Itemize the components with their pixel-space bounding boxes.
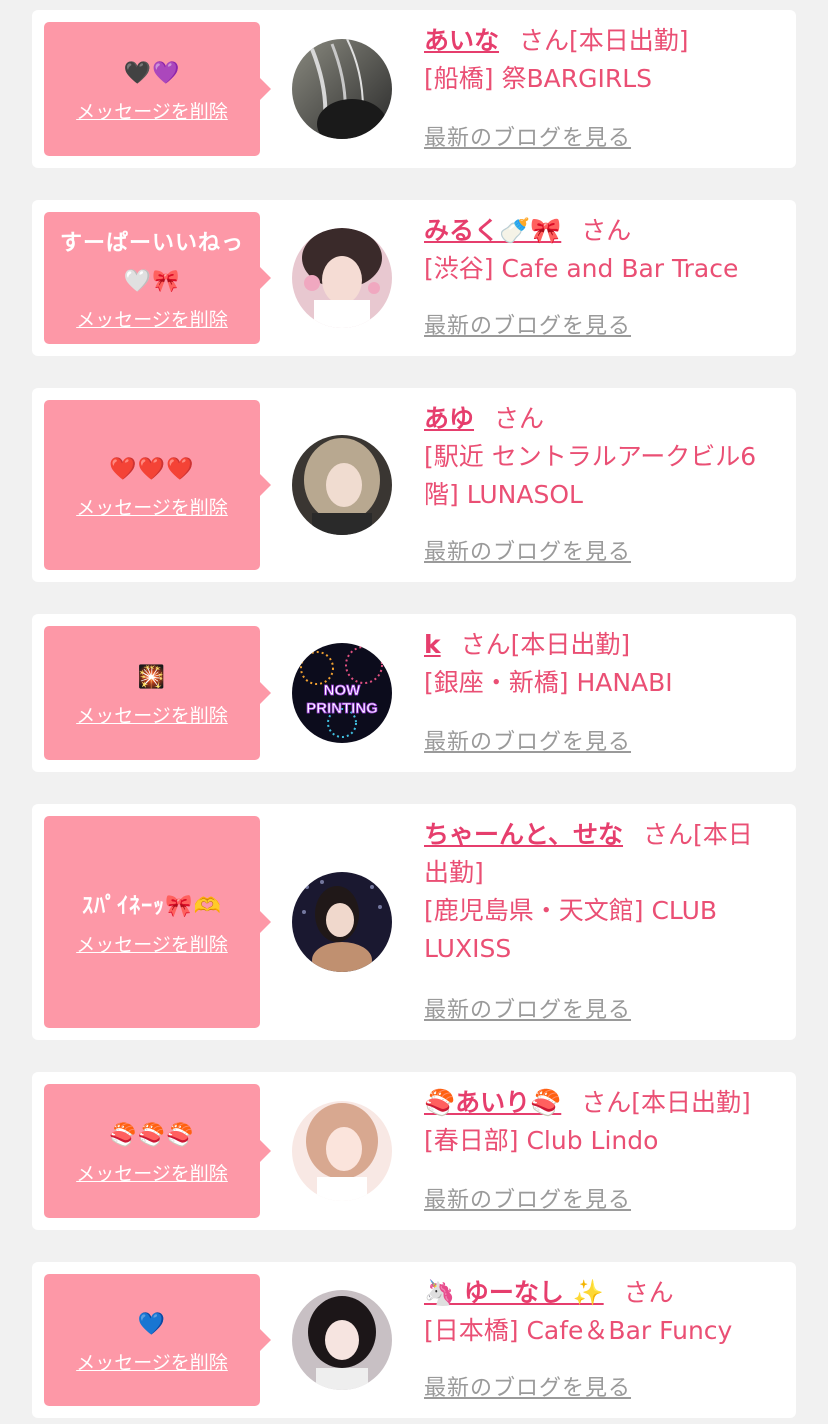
- message-text: 💙: [137, 1311, 167, 1337]
- latest-blog-link[interactable]: 最新のブログを見る: [424, 992, 631, 1024]
- message-text: 🎇: [137, 664, 167, 690]
- svg-text:PRINTING: PRINTING: [306, 700, 378, 717]
- cast-info: あゆ さん [駅近 セントラルアークビル6階] LUNASOL 最新のブログを見る: [424, 400, 774, 570]
- message-text: 🖤💜: [123, 60, 181, 86]
- message-text: 🍣🍣🍣: [109, 1122, 195, 1148]
- cast-name-link[interactable]: k: [424, 630, 441, 659]
- delete-message-link[interactable]: メッセージを削除: [76, 1159, 228, 1186]
- message-bubble: ｽﾊﾟｲﾈｰｯ🎀🫶 メッセージを削除: [44, 816, 271, 1028]
- cast-name-link[interactable]: 🍣あいり🍣: [424, 1088, 561, 1117]
- message-text: ｽﾊﾟｲﾈｰｯ🎀🫶: [82, 893, 222, 919]
- cast-name-link[interactable]: ちゃーんと、せな: [424, 820, 623, 849]
- cast-info: ちゃーんと、せな さん[本日出勤] [鹿児島県・天文館] CLUB LUXISS …: [424, 816, 774, 1028]
- avatar[interactable]: [292, 39, 392, 139]
- message-bubble: 🖤💜 メッセージを削除: [44, 22, 271, 156]
- shop-name: [駅近 セントラルアークビル6階] LUNASOL: [424, 442, 757, 509]
- shop-name: [船橋] 祭BARGIRLS: [424, 64, 652, 93]
- delete-message-link[interactable]: メッセージを削除: [76, 1348, 228, 1375]
- message-card: 🍣🍣🍣 メッセージを削除 🍣あいり🍣 さん[本日出勤] [春日部] Club Li…: [32, 1072, 796, 1230]
- message-card: 💙 メッセージを削除 🦄 ゆーなし ✨ さん [日本橋] Cafe＆Bar Fun…: [32, 1262, 796, 1418]
- message-card: 🎇 メッセージを削除 NOW PRINTING k さん[本日出勤] [銀座・新橋]…: [32, 614, 796, 772]
- shop-name: [日本橋] Cafe＆Bar Funcy: [424, 1316, 733, 1345]
- message-bubble: 🎇 メッセージを削除: [44, 626, 271, 760]
- latest-blog-link[interactable]: 最新のブログを見る: [424, 1370, 631, 1402]
- cast-info: 🍣あいり🍣 さん[本日出勤] [春日部] Club Lindo 最新のブログを見る: [424, 1084, 774, 1218]
- avatar[interactable]: [292, 228, 392, 328]
- message-card: ｽﾊﾟｲﾈｰｯ🎀🫶 メッセージを削除 ちゃーんと、せな さん[本日出勤] [鹿児島…: [32, 804, 796, 1040]
- delete-message-link[interactable]: メッセージを削除: [76, 305, 228, 332]
- delete-message-link[interactable]: メッセージを削除: [76, 493, 228, 520]
- cast-name-link[interactable]: あいな: [424, 26, 499, 55]
- latest-blog-link[interactable]: 最新のブログを見る: [424, 120, 631, 152]
- latest-blog-link[interactable]: 最新のブログを見る: [424, 308, 631, 340]
- latest-blog-link[interactable]: 最新のブログを見る: [424, 1182, 631, 1214]
- cast-suffix: さん: [581, 216, 632, 245]
- message-text: ❤️❤️❤️: [109, 456, 195, 482]
- avatar[interactable]: [292, 872, 392, 972]
- message-card: ❤️❤️❤️ メッセージを削除 あゆ さん [駅近 セントラルアークビル6階] L…: [32, 388, 796, 582]
- cast-name-link[interactable]: 🦄 ゆーなし ✨: [424, 1278, 604, 1307]
- cast-suffix: さん[本日出勤]: [519, 26, 689, 55]
- cast-info: k さん[本日出勤] [銀座・新橋] HANABI 最新のブログを見る: [424, 626, 774, 760]
- cast-name-link[interactable]: あゆ: [424, 404, 474, 433]
- avatar[interactable]: [292, 1101, 392, 1201]
- cast-info: 🦄 ゆーなし ✨ さん [日本橋] Cafe＆Bar Funcy 最新のブログを見…: [424, 1274, 774, 1406]
- shop-name: [銀座・新橋] HANABI: [424, 668, 673, 697]
- message-bubble: ❤️❤️❤️ メッセージを削除: [44, 400, 271, 570]
- message-bubble: 💙 メッセージを削除: [44, 1274, 271, 1406]
- shop-name: [鹿児島県・天文館] CLUB LUXISS: [424, 896, 718, 963]
- shop-name: [春日部] Club Lindo: [424, 1126, 659, 1155]
- delete-message-link[interactable]: メッセージを削除: [76, 930, 228, 957]
- svg-text:NOW: NOW: [324, 682, 362, 699]
- latest-blog-link[interactable]: 最新のブログを見る: [424, 534, 631, 566]
- cast-info: あいな さん[本日出勤] [船橋] 祭BARGIRLS 最新のブログを見る: [424, 22, 774, 156]
- avatar[interactable]: [292, 1290, 392, 1390]
- avatar[interactable]: NOW PRINTING: [292, 643, 392, 743]
- message-bubble: 🍣🍣🍣 メッセージを削除: [44, 1084, 271, 1218]
- avatar[interactable]: [292, 435, 392, 535]
- cast-suffix: さん[本日出勤]: [460, 630, 631, 659]
- shop-name: [渋谷] Cafe and Bar Trace: [424, 254, 739, 283]
- cast-suffix: さん: [623, 1278, 674, 1307]
- cast-suffix: さん[本日出勤]: [581, 1088, 751, 1117]
- message-card: すーぱーいいねっ🤍🎀 メッセージを削除 みるく🍼🎀 さん [渋谷] Cafe an…: [32, 200, 796, 356]
- delete-message-link[interactable]: メッセージを削除: [76, 97, 228, 124]
- message-bubble: すーぱーいいねっ🤍🎀 メッセージを削除: [44, 212, 271, 344]
- cast-info: みるく🍼🎀 さん [渋谷] Cafe and Bar Trace 最新のブログを見…: [424, 212, 774, 344]
- message-card: 🖤💜 メッセージを削除 あいな さん[本日出勤] [船橋] 祭BARGIRLS 最…: [32, 10, 796, 168]
- message-text: すーぱーいいねっ🤍🎀: [59, 230, 244, 294]
- cast-name-link[interactable]: みるく🍼🎀: [424, 216, 561, 245]
- delete-message-link[interactable]: メッセージを削除: [76, 701, 228, 728]
- cast-suffix: さん: [494, 404, 545, 433]
- latest-blog-link[interactable]: 最新のブログを見る: [424, 724, 631, 756]
